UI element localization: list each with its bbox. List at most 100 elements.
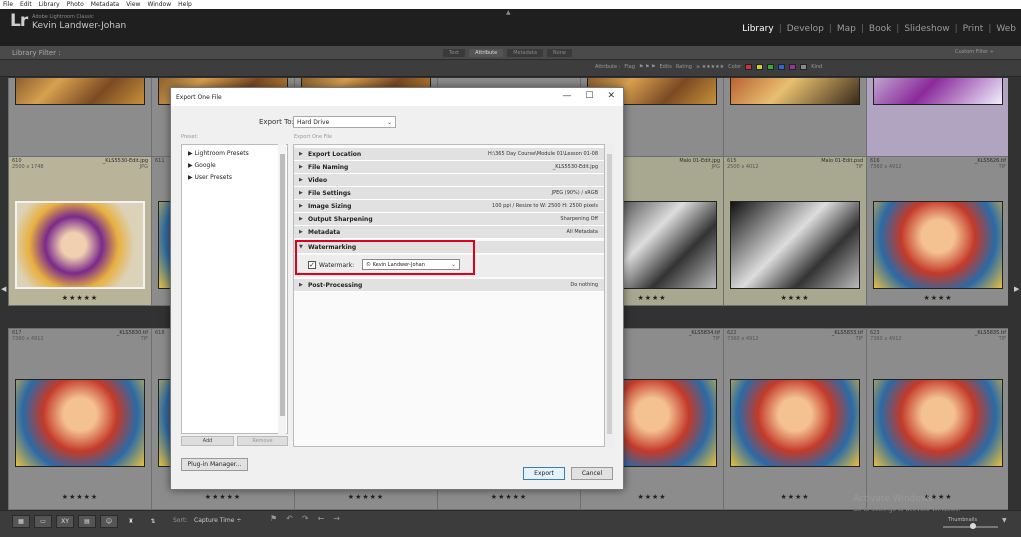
people-view-icon[interactable]: ☺ <box>100 515 118 528</box>
painter-icon[interactable]: ♜ <box>122 515 140 528</box>
app-name: Adobe Lightroom Classic <box>32 14 94 20</box>
module-develop[interactable]: Develop <box>782 24 829 34</box>
close-icon[interactable]: ✕ <box>607 91 615 101</box>
section-post-processing[interactable]: ▶ Post-Processing Do nothing <box>294 279 604 292</box>
cancel-button[interactable]: Cancel <box>571 467 613 480</box>
filter-tab-attribute[interactable]: Attribute <box>469 49 504 57</box>
filter-tab-metadata[interactable]: Metadata <box>507 49 543 57</box>
export-button[interactable]: Export <box>523 467 565 480</box>
photo-thumbnail[interactable] <box>730 78 860 105</box>
color-blue-swatch[interactable] <box>778 64 786 70</box>
menu-file[interactable]: File <box>3 1 13 8</box>
cell-dimensions: 7360 x 4912 <box>870 164 902 170</box>
preset-folder[interactable]: ▶ User Presets <box>188 174 232 181</box>
grid-cell-selected[interactable]: 610 _KLS5530-Edit.jpg 2500 x 1748 JPG ★★… <box>8 156 152 306</box>
view-mode-buttons: ▦ ▭ XY ▤ ☺ ♜ ⇅ <box>12 515 162 528</box>
cell-dimensions: 2500 x 4012 <box>727 164 759 170</box>
section-file-naming[interactable]: ▶ File Naming _KLS5530-Edit.jpg <box>294 161 604 174</box>
menu-help[interactable]: Help <box>178 1 192 8</box>
rating-stars[interactable]: ★★★★ <box>724 493 866 501</box>
flag-icons[interactable]: ⚑ ⚑ ⚑ <box>639 64 656 70</box>
photo-thumbnail[interactable] <box>730 201 860 289</box>
preset-scroll-thumb[interactable] <box>280 154 285 416</box>
rating-stars[interactable]: ★★★★ <box>867 294 1008 302</box>
export-one-label: Export One File <box>294 134 333 140</box>
section-image-sizing[interactable]: ▶ Image Sizing 100 ppi / Resize to W: 250… <box>294 200 604 213</box>
module-print[interactable]: Print <box>958 24 989 34</box>
photo-thumbnail[interactable] <box>873 201 1003 289</box>
rating-stars[interactable]: ★★★★★ <box>438 493 580 501</box>
sort-dropdown[interactable]: Capture Time ÷ <box>194 517 241 524</box>
loupe-view-icon[interactable]: ▭ <box>34 515 52 528</box>
cell-number: 618 <box>155 330 165 336</box>
next-icon[interactable]: → <box>333 514 340 523</box>
menu-photo[interactable]: Photo <box>67 1 84 8</box>
menu-view[interactable]: View <box>126 1 140 8</box>
rating-stars[interactable]: ★★★★★ <box>152 493 294 501</box>
menu-window[interactable]: Window <box>147 1 171 8</box>
grid-cell[interactable]: 617 _KLS5830.tif 7360 x 4912 TIF ★★★★★ <box>8 328 152 510</box>
photo-thumbnail[interactable] <box>873 379 1003 467</box>
module-map[interactable]: Map <box>832 24 861 34</box>
color-yellow-swatch[interactable] <box>756 64 764 70</box>
photo-thumbnail[interactable] <box>15 201 145 289</box>
previous-icon[interactable]: ← <box>318 514 325 523</box>
menu-edit[interactable]: Edit <box>20 1 32 8</box>
add-preset-button[interactable]: Add <box>181 436 234 446</box>
filter-tab-none[interactable]: None <box>546 49 572 57</box>
compare-view-icon[interactable]: XY <box>56 515 74 528</box>
rating-stars[interactable]: ≥ ★★★★★ <box>696 64 724 70</box>
filter-tab-text[interactable]: Text <box>443 49 466 57</box>
grid-cell[interactable]: 616 _KLS5626.tif 7360 x 4912 TIF ★★★★ <box>866 156 1008 306</box>
slider-handle[interactable] <box>970 523 976 529</box>
module-book[interactable]: Book <box>864 24 896 34</box>
module-slideshow[interactable]: Slideshow <box>899 24 954 34</box>
preset-folder[interactable]: ▶ Lightroom Presets <box>188 150 249 157</box>
rating-stars[interactable]: ★★★★★ <box>9 294 151 302</box>
export-to-dropdown[interactable]: Hard Drive ⌄ <box>293 116 396 128</box>
color-purple-swatch[interactable] <box>789 64 797 70</box>
color-red-swatch[interactable] <box>745 64 753 70</box>
module-web[interactable]: Web <box>991 24 1021 34</box>
maximize-icon[interactable]: ☐ <box>585 91 593 101</box>
right-panel-toggle-icon[interactable]: ▶ <box>1014 285 1019 293</box>
grid-view-icon[interactable]: ▦ <box>12 515 30 528</box>
section-metadata[interactable]: ▶ Metadata All Metadata <box>294 226 604 239</box>
kind-label: Kind <box>811 64 823 70</box>
rating-stars[interactable]: ★★★★★ <box>9 493 151 501</box>
minimize-icon[interactable]: — <box>562 91 571 101</box>
remove-preset-button[interactable]: Remove <box>237 436 288 446</box>
toolbar-menu-icon[interactable]: ▼ <box>1002 517 1007 524</box>
rating-stars[interactable]: ★★★★ <box>724 294 866 302</box>
section-export-location[interactable]: ▶ Export Location H:\365 Day Course\Modul… <box>294 148 604 161</box>
section-file-settings[interactable]: ▶ File Settings JPEG (90%) / sRGB <box>294 187 604 200</box>
menu-metadata[interactable]: Metadata <box>91 1 119 8</box>
section-output-sharpening[interactable]: ▶ Output Sharpening Sharpening Off <box>294 213 604 226</box>
survey-view-icon[interactable]: ▤ <box>78 515 96 528</box>
flag-icon[interactable]: ⚑ <box>270 514 277 523</box>
rating-stars[interactable]: ★★★★★ <box>295 493 437 501</box>
module-library[interactable]: Library <box>737 24 778 34</box>
attribute-label: Attribute : <box>595 64 621 70</box>
rotate-right-icon[interactable]: ↷ <box>302 514 309 523</box>
panel-toggle-top-icon[interactable]: ▲ <box>506 9 511 16</box>
grid-cell[interactable]: 615 Malo 01-Edit.psd 2500 x 4012 TIF ★★★… <box>723 156 867 306</box>
preset-folder[interactable]: ▶ Google <box>188 162 216 169</box>
grid-cell[interactable]: 622 _KLS5833.tif 7360 x 4912 TIF ★★★★ <box>723 328 867 510</box>
photo-thumbnail[interactable] <box>15 379 145 467</box>
custom-filter-dropdown[interactable]: Custom Filter ÷ <box>955 49 994 55</box>
color-none-swatch[interactable] <box>800 64 808 70</box>
photo-thumbnail[interactable] <box>730 379 860 467</box>
sort-direction-icon[interactable]: ⇅ <box>144 515 162 528</box>
rating-stars[interactable]: ★★★★ <box>581 493 723 501</box>
sections-scroll-thumb[interactable] <box>607 154 612 434</box>
color-green-swatch[interactable] <box>767 64 775 70</box>
plugin-manager-button[interactable]: Plug-in Manager... <box>181 458 248 471</box>
grid-cell[interactable]: 623 _KLS5835.tif 7360 x 4912 TIF ★★★★ <box>866 328 1008 510</box>
photo-thumbnail[interactable] <box>15 78 145 105</box>
section-video[interactable]: ▶ Video <box>294 174 604 187</box>
menu-library[interactable]: Library <box>39 1 60 8</box>
photo-thumbnail[interactable] <box>873 78 1003 105</box>
rotate-left-icon[interactable]: ↶ <box>286 514 293 523</box>
left-panel-toggle-icon[interactable]: ◀ <box>1 285 6 293</box>
